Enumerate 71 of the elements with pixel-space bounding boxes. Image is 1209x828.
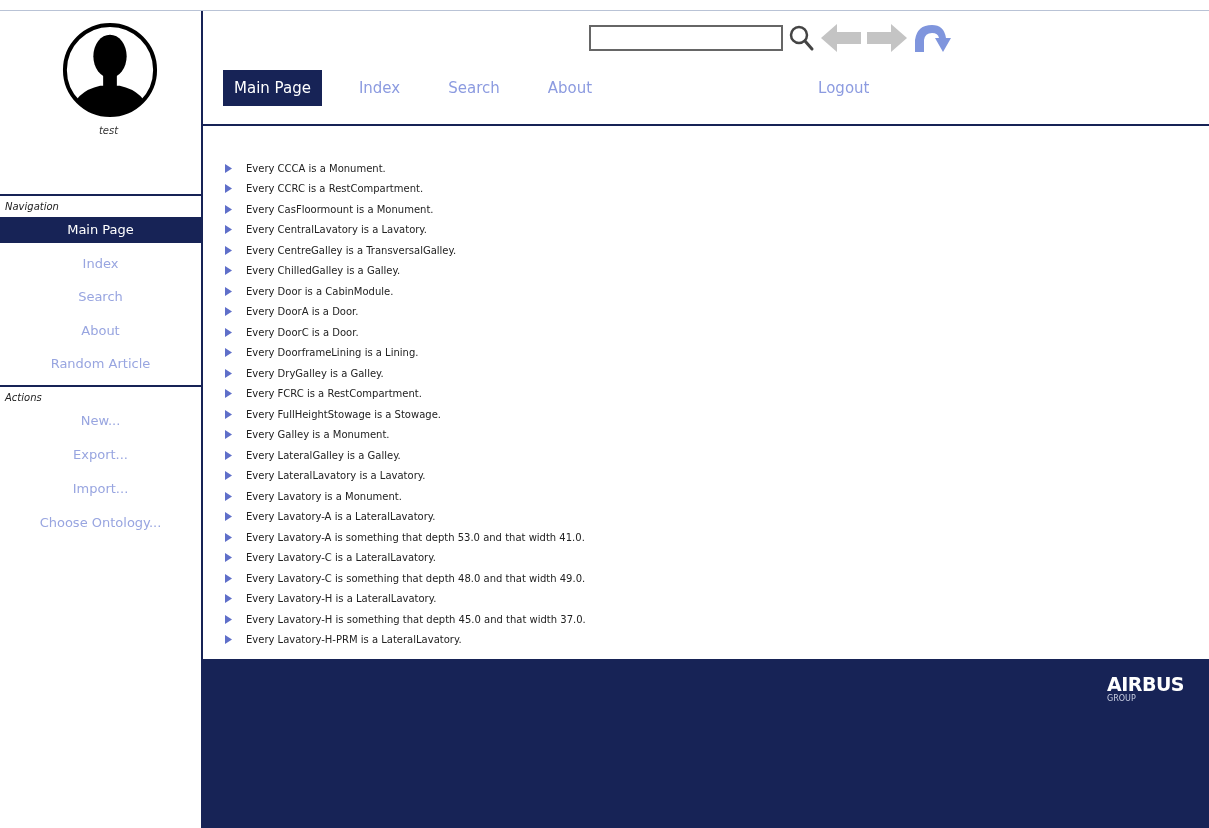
triangle-bullet-icon: [225, 389, 232, 399]
statement-text: Every Lavatory-A is a LateralLavatory.: [246, 511, 436, 523]
triangle-bullet-icon: [225, 225, 232, 235]
triangle-bullet-icon: [225, 614, 232, 624]
redo-icon[interactable]: [913, 22, 951, 54]
triangle-bullet-icon: [225, 245, 232, 255]
statement-text: Every DryGalley is a Galley.: [246, 367, 384, 379]
statement-text: Every Lavatory-C is something that depth 48.0 and that width 49.0.: [246, 572, 586, 584]
sidebar-item[interactable]: Search: [0, 284, 201, 310]
statement-text: Every FCRC is a RestCompartment.: [246, 388, 422, 400]
sidebar-item[interactable]: Choose Ontology...: [0, 509, 201, 536]
sidebar-item[interactable]: Random Article: [0, 351, 201, 377]
avatar-icon: [60, 21, 159, 119]
logo-subtitle: GROUP: [1107, 694, 1137, 704]
sidebar-item[interactable]: New...: [0, 407, 201, 434]
logo-text: AIRBUS: [1107, 675, 1184, 694]
triangle-bullet-icon: [225, 491, 232, 501]
statement-text: Every CentralLavatory is a Lavatory.: [246, 224, 428, 236]
nav-tab[interactable]: Search: [437, 70, 511, 106]
statement-text: Every DoorC is a Door.: [246, 326, 359, 338]
triangle-bullet-icon: [225, 163, 232, 173]
sidebar-item[interactable]: Index: [0, 250, 201, 277]
sidebar-item[interactable]: Export...: [0, 441, 201, 468]
triangle-bullet-icon: [225, 184, 232, 194]
statement-text: Every Lavatory is a Monument.: [246, 490, 402, 502]
triangle-bullet-icon: [225, 307, 232, 317]
statement-text: Every CentreGalley is a TransversalGalley.: [246, 244, 457, 256]
statement-text: Every Lavatory-H is a LateralLavatory.: [246, 593, 437, 605]
triangle-bullet-icon: [225, 573, 232, 583]
statement-text: Every Lavatory-H-PRM is a LateralLavatory.: [246, 634, 462, 646]
triangle-bullet-icon: [225, 348, 232, 358]
sidebar-item[interactable]: Import...: [0, 475, 201, 502]
statement-text: Every CCCA is a Monument.: [246, 162, 386, 174]
triangle-bullet-icon: [225, 553, 232, 563]
statement-text: Every LateralGalley is a Galley.: [246, 449, 401, 461]
sidebar-item[interactable]: Main Page: [0, 217, 201, 243]
triangle-bullet-icon: [225, 450, 232, 460]
statement-text: Every Lavatory-H is something that depth 45.0 and that width 37.0.: [246, 613, 586, 625]
triangle-bullet-icon: [225, 409, 232, 419]
statement-text: Every CCRC is a RestCompartment.: [246, 183, 424, 195]
triangle-bullet-icon: [225, 512, 232, 522]
search-icon[interactable]: [789, 24, 815, 52]
statement-text: Every Lavatory-A is something that depth 53.0 and that width 41.0.: [246, 531, 585, 543]
statement-text: Every Lavatory-C is a LateralLavatory.: [246, 552, 436, 564]
triangle-bullet-icon: [225, 594, 232, 604]
nav-tab[interactable]: Index: [347, 70, 412, 106]
statement-text: Every CasFloormount is a Monument.: [246, 203, 434, 215]
nav-tab[interactable]: Main Page: [223, 70, 322, 106]
triangle-bullet-icon: [225, 204, 232, 214]
statement-text: Every Galley is a Monument.: [246, 429, 390, 441]
triangle-bullet-icon: [225, 430, 232, 440]
search-field[interactable]: [589, 25, 783, 51]
statement-text: Every Door is a CabinModule.: [246, 285, 394, 297]
logout-link[interactable]: Logout: [807, 70, 881, 106]
statement-text: Every LateralLavatory is a Lavatory.: [246, 470, 426, 482]
triangle-bullet-icon: [225, 327, 232, 337]
user-name: test: [97, 125, 120, 136]
statement-text: Every DoorA is a Door.: [246, 306, 359, 318]
sidebar-item[interactable]: About: [0, 317, 201, 344]
statement-text: Every FullHeightStowage is a Stowage.: [246, 408, 441, 420]
statement-text: Every ChilledGalley is a Galley.: [246, 265, 401, 277]
nav-tab[interactable]: About: [536, 70, 604, 106]
triangle-bullet-icon: [225, 635, 232, 645]
triangle-bullet-icon: [225, 266, 232, 276]
triangle-bullet-icon: [225, 368, 232, 378]
triangle-bullet-icon: [225, 532, 232, 542]
statement-text: Every DoorframeLining is a Lining.: [246, 347, 419, 359]
triangle-bullet-icon: [225, 286, 232, 296]
section-title: Navigation: [4, 200, 60, 214]
section-title: Actions: [3, 390, 43, 405]
triangle-bullet-icon: [225, 471, 232, 481]
